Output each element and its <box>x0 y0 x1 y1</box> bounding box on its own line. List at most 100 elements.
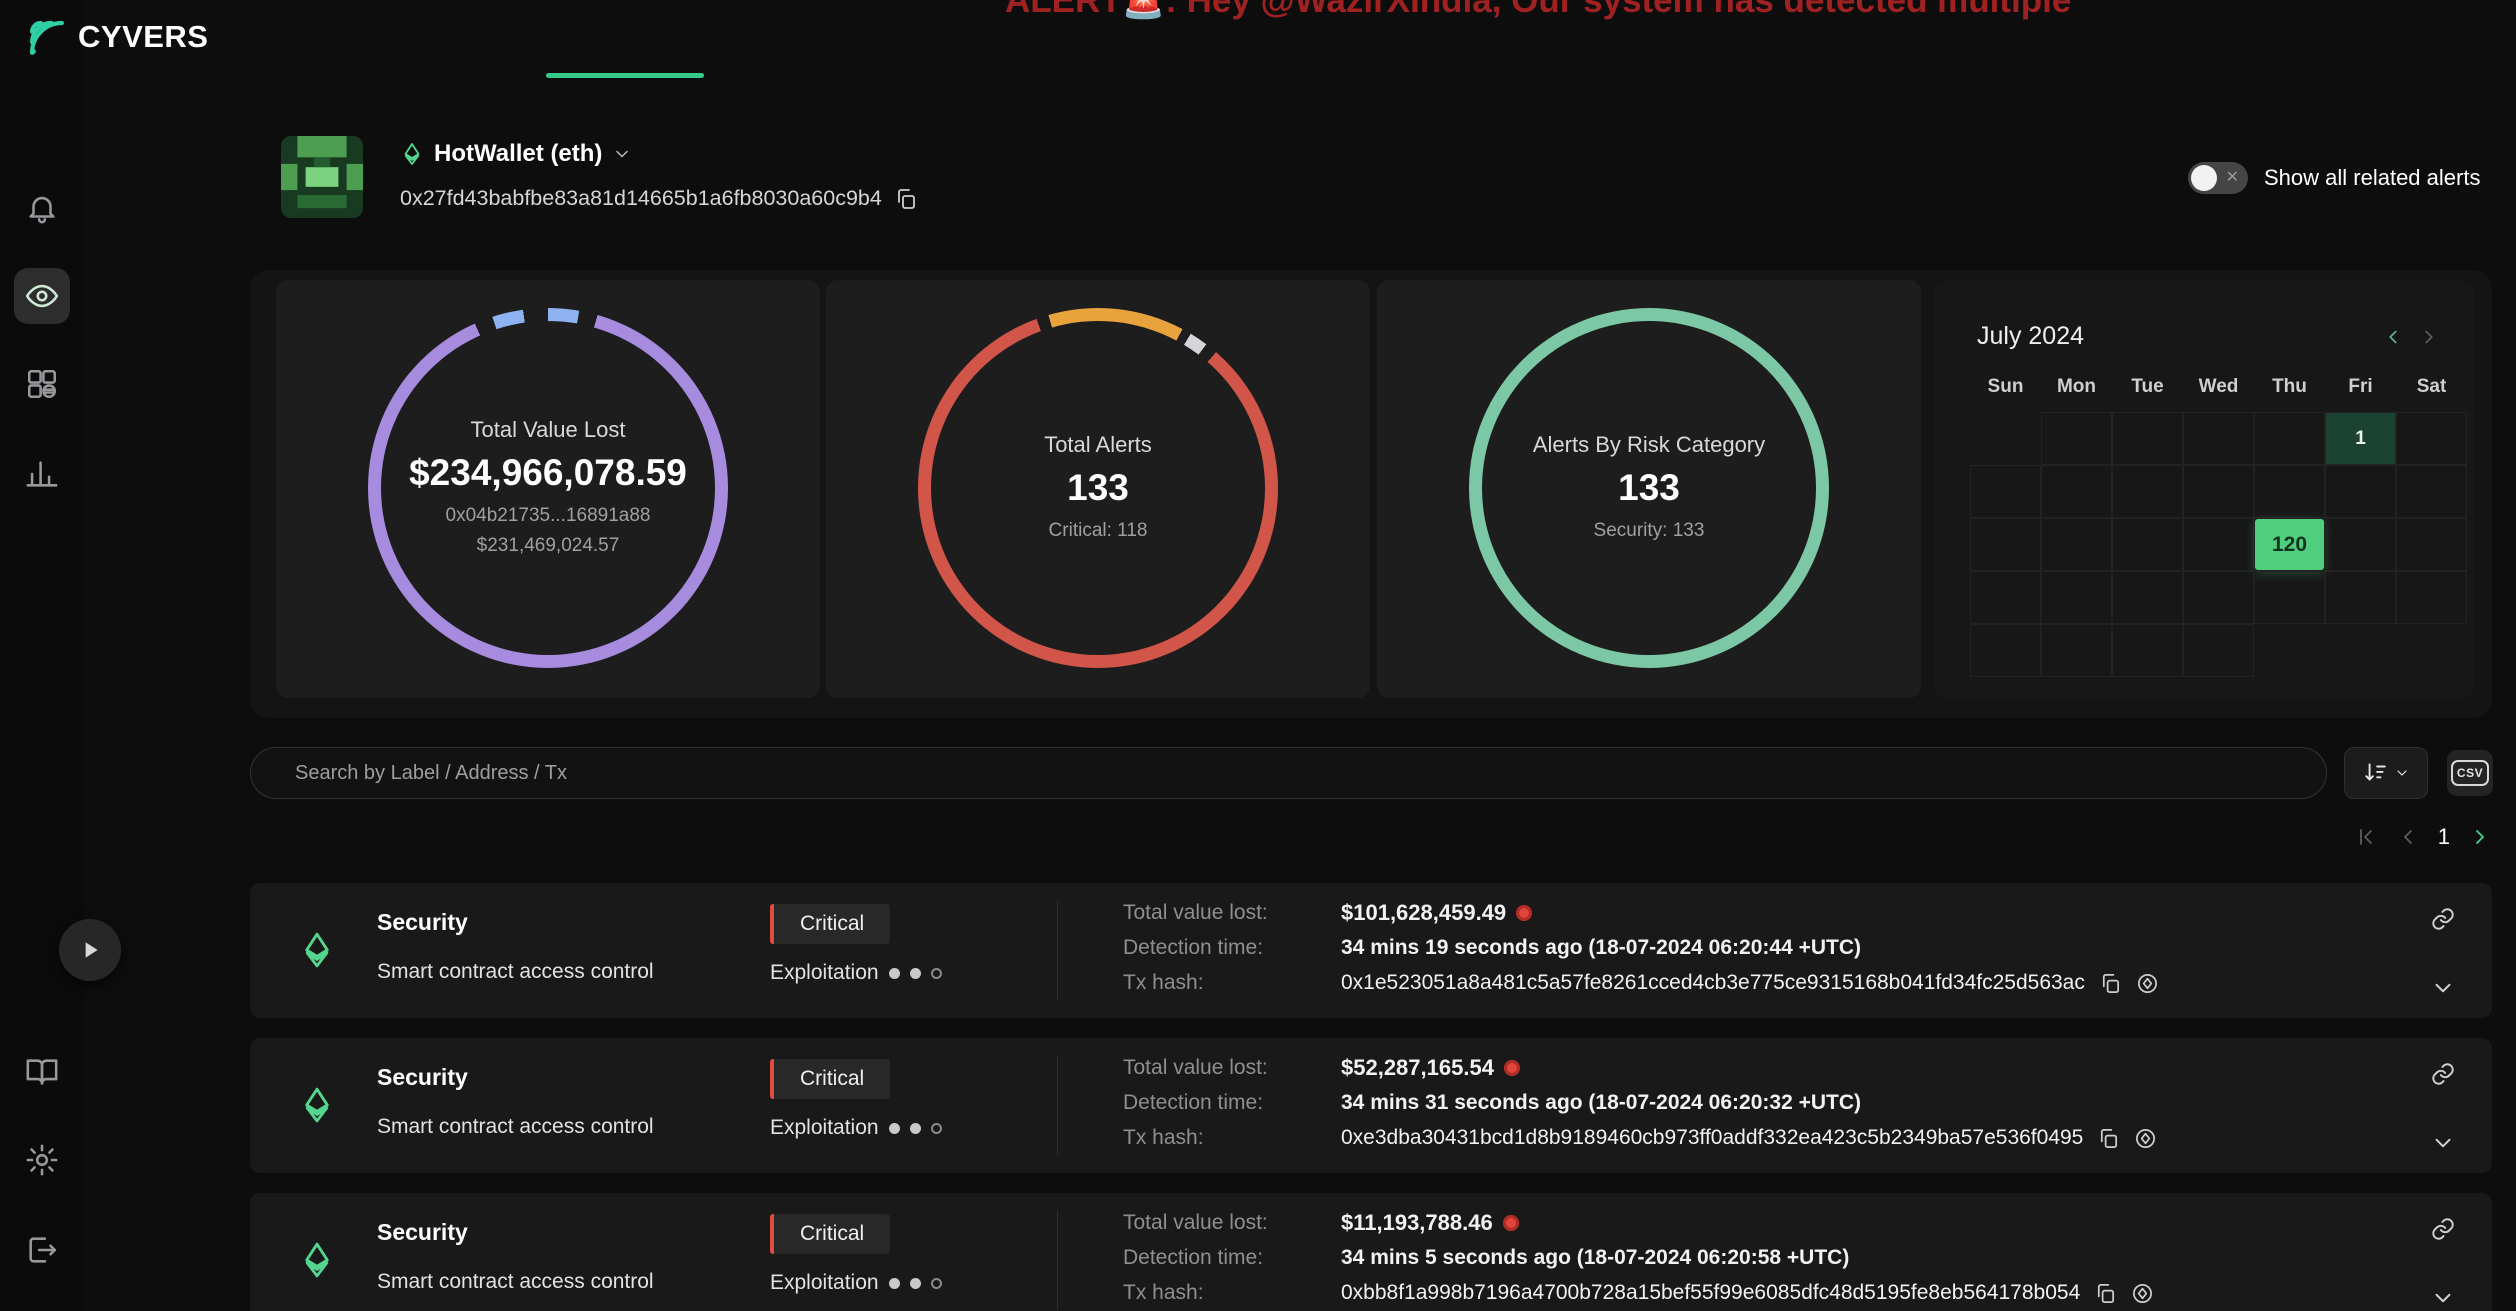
calendar-cell[interactable] <box>2325 518 2396 571</box>
calendar-next-icon[interactable] <box>2418 326 2440 348</box>
calendar-cell[interactable] <box>2396 571 2467 624</box>
calendar-prev-icon[interactable] <box>2382 326 2404 348</box>
book-icon <box>25 1055 59 1089</box>
sidebar-analytics-button[interactable] <box>14 446 70 502</box>
phase-dot <box>910 1123 921 1134</box>
brand-logo[interactable]: CYVERS <box>26 16 208 58</box>
calendar-cell[interactable] <box>1970 571 2041 624</box>
sidebar-monitoring-button[interactable] <box>14 268 70 324</box>
stats-panel: Total Value Lost $234,966,078.59 0x04b21… <box>250 270 2492 718</box>
calendar-cell[interactable] <box>2041 571 2112 624</box>
expand-chevron-icon[interactable] <box>2430 1285 2456 1311</box>
alert-details: Total value lost:$11,193,788.46 Detectio… <box>1123 1208 2154 1308</box>
csv-icon: CSV <box>2451 760 2489 786</box>
current-page[interactable]: 1 <box>2438 824 2450 850</box>
calendar-cell[interactable] <box>2254 412 2325 465</box>
loss-indicator-icon <box>1503 1215 1519 1231</box>
copy-hash-icon[interactable] <box>2099 972 2122 995</box>
tx-hash: 0x1e523051a8a481c5a57fe8261cced4cb3e775c… <box>1341 971 2085 995</box>
day-header: Wed <box>2183 376 2254 398</box>
calendar-cell[interactable] <box>2396 465 2467 518</box>
explorer-icon[interactable] <box>2136 972 2159 995</box>
eye-icon <box>25 279 59 313</box>
calendar-cell[interactable] <box>2183 624 2254 677</box>
sidebar-notifications-button[interactable] <box>14 180 70 236</box>
alert-phase: Exploitation <box>770 961 942 985</box>
sidebar-settings-button[interactable] <box>14 1132 70 1188</box>
calendar-cell[interactable] <box>2112 518 2183 571</box>
calendar-day-badge[interactable]: 1 <box>2325 412 2396 465</box>
total-value-lost: $52,287,165.54 <box>1341 1055 1520 1081</box>
calendar-cell[interactable] <box>2183 412 2254 465</box>
calendar-cell <box>1970 412 2041 465</box>
related-alerts-toggle-group: ✕ Show all related alerts <box>2188 162 2480 194</box>
alert-row[interactable]: Security Smart contract access control C… <box>250 1193 2492 1311</box>
top-alert-banner: ALERT🚨: Hey @WazirXIndia, Our system has… <box>1005 0 2071 21</box>
calendar-cell[interactable] <box>2396 518 2467 571</box>
sidebar-protocols-button[interactable] <box>14 356 70 412</box>
calendar-cell[interactable] <box>2183 465 2254 518</box>
wallet-address-row: 0x27fd43babfbe83a81d14665b1a6fb8030a60c9… <box>400 186 918 211</box>
copy-address-icon[interactable] <box>894 187 918 211</box>
eth-icon <box>298 931 336 969</box>
explorer-icon[interactable] <box>2134 1127 2157 1150</box>
pagination: 1 <box>2354 824 2492 850</box>
prev-page-icon[interactable] <box>2396 825 2420 849</box>
wallet-selector[interactable]: HotWallet (eth) <box>400 140 632 168</box>
sidebar-logout-button[interactable] <box>14 1222 70 1278</box>
search-input[interactable] <box>250 747 2327 799</box>
detail-label: Total value lost: <box>1123 1056 1341 1080</box>
calendar-cell[interactable] <box>2325 465 2396 518</box>
alert-link-icon[interactable] <box>2430 906 2456 932</box>
sort-button[interactable] <box>2344 747 2428 799</box>
alert-link-icon[interactable] <box>2430 1216 2456 1242</box>
alert-phase: Exploitation <box>770 1116 942 1140</box>
first-page-icon[interactable] <box>2354 825 2378 849</box>
calendar-day-badge[interactable]: 120 <box>2254 518 2325 571</box>
stat-sub: Security: 133 <box>1594 518 1705 545</box>
calendar-cell[interactable] <box>2041 624 2112 677</box>
alert-row[interactable]: Security Smart contract access control C… <box>250 883 2492 1018</box>
calendar-cell[interactable] <box>2112 624 2183 677</box>
calendar-cell[interactable] <box>2254 465 2325 518</box>
calendar-cell[interactable] <box>2041 518 2112 571</box>
expand-chevron-icon[interactable] <box>2430 1130 2456 1156</box>
calendar-cell[interactable] <box>2183 518 2254 571</box>
calendar-cell[interactable] <box>2254 571 2325 624</box>
tx-hash-group: 0xe3dba30431bcd1d8b9189460cb973ff0addf33… <box>1341 1126 2157 1150</box>
explorer-icon[interactable] <box>2131 1282 2154 1305</box>
calendar-cell[interactable] <box>1970 518 2041 571</box>
detail-label: Tx hash: <box>1123 1126 1341 1150</box>
calendar-cell <box>2254 624 2325 677</box>
total-value-lost-donut: Total Value Lost $234,966,078.59 0x04b21… <box>368 308 728 668</box>
day-header: Fri <box>2325 376 2396 398</box>
show-related-alerts-toggle[interactable]: ✕ <box>2188 162 2248 194</box>
sidebar-docs-button[interactable] <box>14 1044 70 1100</box>
expand-chevron-icon[interactable] <box>2430 975 2456 1001</box>
calendar-cell[interactable] <box>2396 412 2467 465</box>
calendar-cell[interactable] <box>2183 571 2254 624</box>
copy-hash-icon[interactable] <box>2094 1282 2117 1305</box>
calendar-cell[interactable] <box>2112 412 2183 465</box>
next-page-icon[interactable] <box>2468 825 2492 849</box>
calendar-cell[interactable] <box>2041 465 2112 518</box>
export-csv-button[interactable]: CSV <box>2447 750 2493 796</box>
tx-hash-group: 0x1e523051a8a481c5a57fe8261cced4cb3e775c… <box>1341 971 2159 995</box>
alert-category-group: Security Smart contract access control <box>377 1064 654 1139</box>
alert-link-icon[interactable] <box>2430 1061 2456 1087</box>
severity-badge: Critical <box>770 904 890 944</box>
calendar-cell[interactable] <box>2041 412 2112 465</box>
calendar-cell[interactable] <box>1970 624 2041 677</box>
floating-play-button[interactable] <box>59 919 121 981</box>
calendar-cell[interactable] <box>2112 465 2183 518</box>
calendar-cell[interactable] <box>2325 571 2396 624</box>
copy-hash-icon[interactable] <box>2097 1127 2120 1150</box>
calendar-cell[interactable] <box>2112 571 2183 624</box>
loss-indicator-icon <box>1504 1060 1520 1076</box>
eth-icon <box>400 142 424 166</box>
calendar-cell[interactable] <box>1970 465 2041 518</box>
severity-label: Critical <box>800 912 864 936</box>
eth-icon <box>298 1241 336 1279</box>
alert-row[interactable]: Security Smart contract access control C… <box>250 1038 2492 1173</box>
alert-category-group: Security Smart contract access control <box>377 909 654 984</box>
